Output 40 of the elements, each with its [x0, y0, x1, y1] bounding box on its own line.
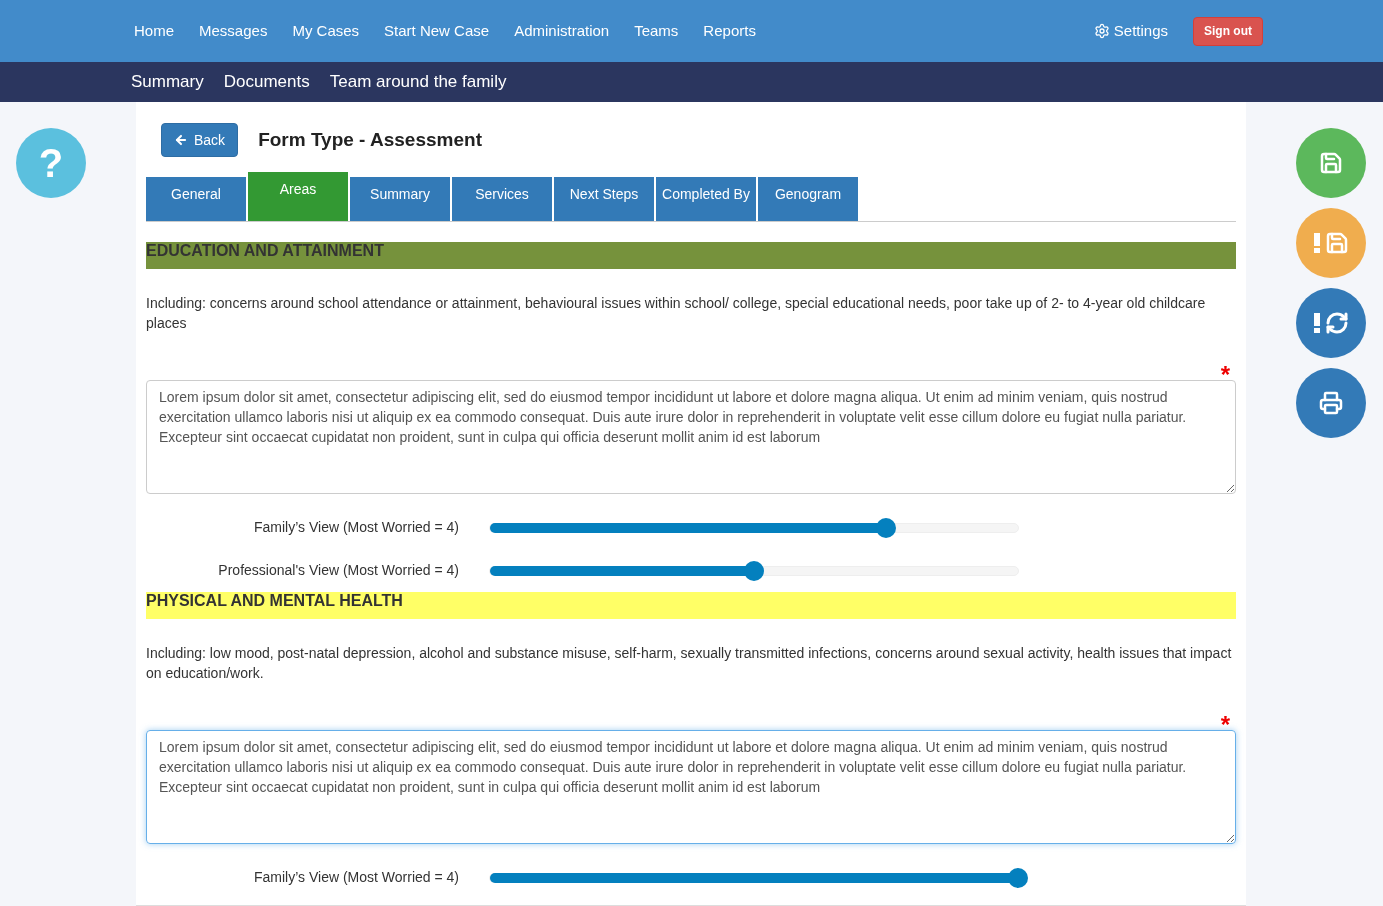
- section-description: Including: concerns around school attendance or attainment, behavioural issues within school/ college, special educational needs, poor take up of 2- to 4-year old childcare places: [146, 294, 1207, 333]
- sub-nav-link[interactable]: Documents: [223, 69, 310, 95]
- nav-link[interactable]: Administration: [514, 19, 610, 43]
- refresh-icon: [1325, 311, 1349, 335]
- section-description: Including: low mood, post-natal depression, alcohol and substance misuse, self-harm, sexually transmitted infections, concerns around sexual activity, health issues that impact on education/work.: [146, 644, 1233, 683]
- nav-link[interactable]: Teams: [634, 19, 679, 43]
- answer-field[interactable]: Lorem ipsum dolor sit amet, consectetur adipiscing elit, sed do eiusmod tempor incididunt ut labore et dolore magna aliqua. Ut enim ad minim veniam, quis nostrud exercitation ullamco laboris nisi ut aliquip ex ea commodo consequat. Duis aute irure dolor in reprehenderit in voluptate velit esse cillum dolore eu fugiat nulla pariatur. Excepteur sint occaecat cupidatat non proident, sunt in culpa qui officia deserunt mollit anim id est laborum: [146, 380, 1236, 494]
- exclamation-icon: [1313, 313, 1321, 333]
- required-marker: *: [1220, 363, 1230, 380]
- form-tab[interactable]: Summary: [350, 177, 450, 221]
- form-tab[interactable]: Services: [452, 177, 552, 221]
- form-tab[interactable]: Areas: [248, 172, 348, 221]
- required-marker: *: [1220, 713, 1230, 730]
- form-tab[interactable]: General: [146, 177, 246, 221]
- nav-link[interactable]: Reports: [703, 19, 756, 43]
- exclamation-icon: [1313, 233, 1321, 253]
- section-heading: PHYSICAL AND MENTAL HEALTH: [146, 592, 1236, 619]
- slider-handle[interactable]: [1008, 867, 1028, 888]
- form-title: Form Type - Assessment: [258, 127, 482, 152]
- nav-link[interactable]: Messages: [199, 19, 268, 43]
- form-tab[interactable]: Genogram: [758, 177, 858, 221]
- sign-out-button[interactable]: Sign out: [1193, 16, 1263, 46]
- slider-handle[interactable]: [744, 560, 764, 581]
- form-tab[interactable]: Next Steps: [554, 177, 654, 221]
- settings-link[interactable]: Settings: [1093, 19, 1168, 43]
- section-heading: EDUCATION AND ATTAINMENT: [146, 242, 1236, 269]
- nav-link[interactable]: Home: [134, 19, 174, 43]
- nav-link[interactable]: My Cases: [292, 19, 360, 43]
- slider-label: Family’s View (Most Worried = 4): [253, 518, 460, 537]
- sub-nav-link[interactable]: Summary: [131, 69, 204, 95]
- back-button[interactable]: Back: [161, 123, 239, 157]
- answer-field[interactable]: Lorem ipsum dolor sit amet, consectetur adipiscing elit, sed do eiusmod tempor incididunt ut labore et dolore magna aliqua. Ut enim ad minim veniam, quis nostrud exercitation ullamco laboris nisi ut aliquip ex ea commodo consequat. Duis aute irure dolor in reprehenderit in voluptate velit esse cillum dolore eu fugiat nulla pariatur. Excepteur sint occaecat cupidatat non proident, sunt in culpa qui officia deserunt mollit anim id est laborum: [146, 730, 1236, 844]
- slider-label: Family’s View (Most Worried = 4): [253, 868, 460, 887]
- nav-link[interactable]: Start New Case: [384, 19, 490, 43]
- slider-label: Professional's View (Most Worried = 4): [217, 561, 460, 580]
- printer-icon: [1319, 391, 1343, 415]
- slider-handle[interactable]: [876, 517, 896, 538]
- sub-nav-link[interactable]: Team around the family: [329, 69, 507, 95]
- form-tab[interactable]: Completed By: [656, 177, 756, 221]
- settings-icon: [1093, 23, 1110, 39]
